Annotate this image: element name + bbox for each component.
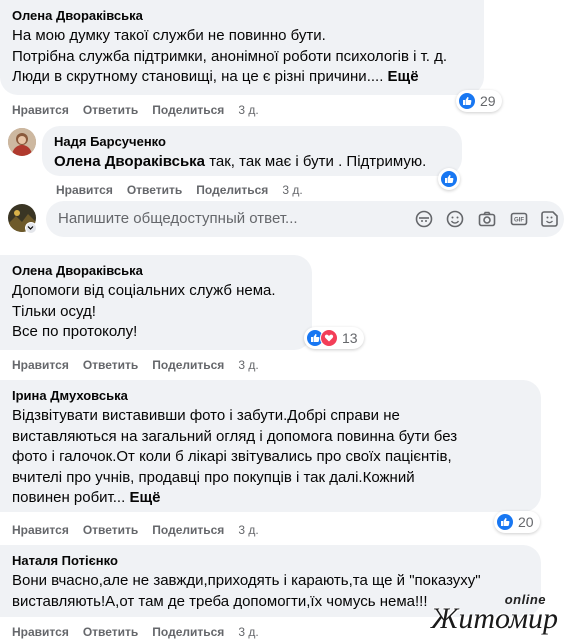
- comment-actions: Нравится Ответить Поделиться 3 д.: [56, 182, 303, 198]
- comment-line: Потрібна служба підтримки, анонімної роб…: [12, 47, 448, 65]
- comment-bubble: Олена Двораківська На мою думку такої сл…: [0, 0, 484, 95]
- avatar-chevron-icon[interactable]: [25, 222, 37, 234]
- reaction-count: 29: [480, 93, 496, 109]
- comment-actions: Нравится Ответить Поделиться 3 д.: [12, 624, 259, 640]
- comment-author[interactable]: Ірина Дмуховська: [12, 388, 529, 404]
- reply-button[interactable]: Ответить: [83, 358, 138, 372]
- site-watermark-logo: online Житомир: [414, 592, 564, 638]
- share-button[interactable]: Поделиться: [152, 103, 224, 117]
- comment-author[interactable]: Олена Двораківська: [12, 8, 472, 24]
- see-more-link[interactable]: Ещё: [129, 489, 160, 506]
- reply-button[interactable]: Ответить: [83, 625, 138, 639]
- comment-line: На мою думку такої служби не повинно бут…: [12, 27, 326, 44]
- comment-actions: Нравится Ответить Поделиться 3 д.: [12, 357, 259, 373]
- reaction-summary[interactable]: 29: [456, 90, 502, 112]
- comment-text: Відзвітувати виставивши фото і забути.До…: [12, 406, 529, 509]
- like-button[interactable]: Нравится: [56, 183, 113, 197]
- comment-line: повинен робит... Ещё: [12, 488, 529, 509]
- comment-line: вчителі про учнів, продавці про покупців…: [12, 468, 415, 486]
- comment-line: Люди в скрутному становищі, на це є різн…: [12, 67, 472, 88]
- gif-icon[interactable]: GIF: [509, 209, 529, 229]
- comment-line-text: повинен робит...: [12, 489, 126, 506]
- comment-line: так, так має і бути . Підтримую.: [209, 153, 427, 170]
- like-button[interactable]: Нравится: [12, 625, 69, 639]
- camera-icon[interactable]: [477, 209, 497, 229]
- comment-line: Все по протоколу!: [12, 323, 138, 340]
- comment-author[interactable]: Наталя Потієнко: [12, 553, 529, 569]
- love-reaction-icon: [320, 329, 338, 347]
- comment-actions: Нравится Ответить Поделиться 3 д.: [12, 102, 259, 118]
- comment-line: Тільки осуд!: [12, 302, 96, 320]
- see-more-link[interactable]: Ещё: [388, 68, 419, 85]
- reply-button[interactable]: Ответить: [83, 103, 138, 117]
- comment-author[interactable]: Надя Барсученко: [54, 134, 450, 150]
- comment-text: Допомоги від соціальних служб нема. Тіль…: [12, 281, 300, 343]
- like-button[interactable]: Нравится: [12, 103, 69, 117]
- comment-line: Допомоги від соціальних служб нема.: [12, 282, 276, 299]
- like-button[interactable]: Нравится: [12, 358, 69, 372]
- share-button[interactable]: Поделиться: [152, 358, 224, 372]
- avatar[interactable]: [8, 128, 36, 156]
- reply-button[interactable]: Ответить: [83, 523, 138, 537]
- mention-link[interactable]: Олена Двораківська: [54, 153, 205, 170]
- reaction-count: 13: [342, 330, 358, 346]
- comment-text: Олена Двораківська так, так має і бути .…: [54, 152, 450, 173]
- reply-bubble: Надя Барсученко Олена Двораківська так, …: [42, 126, 462, 176]
- comment-text: На мою думку такої служби не повинно бут…: [12, 26, 472, 88]
- comment-bubble: Ірина Дмуховська Відзвітувати виставивши…: [0, 380, 541, 512]
- reaction-summary[interactable]: [438, 168, 460, 190]
- like-reaction-icon: [496, 513, 514, 531]
- timestamp[interactable]: 3 д.: [238, 103, 258, 117]
- timestamp[interactable]: 3 д.: [238, 358, 258, 372]
- timestamp[interactable]: 3 д.: [238, 625, 258, 639]
- comment-line: виставляються на загальний огляд і допом…: [12, 427, 458, 445]
- watermark-brand-text: Житомир: [430, 602, 558, 635]
- comment-line: Відзвітувати виставивши фото і забути.До…: [12, 407, 400, 424]
- reply-placeholder: Напишите общедоступный ответ...: [58, 210, 298, 227]
- timestamp[interactable]: 3 д.: [282, 183, 302, 197]
- reaction-summary[interactable]: 13: [304, 327, 364, 349]
- comment-line: фото і галочок.От коли б лікарі звітувал…: [12, 448, 452, 465]
- share-button[interactable]: Поделиться: [152, 625, 224, 639]
- reply-input[interactable]: Напишите общедоступный ответ... GIF: [46, 201, 564, 237]
- comment-actions: Нравится Ответить Поделиться 3 д.: [12, 522, 259, 538]
- comment-line-text: Люди в скрутному становищі, на це є різн…: [12, 68, 384, 85]
- comment-bubble: Олена Двораківська Допомоги від соціальн…: [0, 255, 312, 350]
- comment-line: Вони вчасно,але не завжди,приходять і ка…: [12, 572, 481, 589]
- share-button[interactable]: Поделиться: [196, 183, 268, 197]
- timestamp[interactable]: 3 д.: [238, 523, 258, 537]
- comment-author[interactable]: Олена Двораківська: [12, 263, 300, 279]
- svg-text:GIF: GIF: [514, 218, 524, 224]
- like-reaction-icon: [458, 92, 476, 110]
- reaction-summary[interactable]: 20: [494, 511, 540, 533]
- sticker-icon[interactable]: [540, 209, 560, 229]
- reply-button[interactable]: Ответить: [127, 183, 182, 197]
- like-reaction-icon: [440, 170, 458, 188]
- avatar-sticker-icon[interactable]: [414, 209, 434, 229]
- emoji-icon[interactable]: [445, 209, 465, 229]
- like-button[interactable]: Нравится: [12, 523, 69, 537]
- share-button[interactable]: Поделиться: [152, 523, 224, 537]
- reaction-count: 20: [518, 514, 534, 530]
